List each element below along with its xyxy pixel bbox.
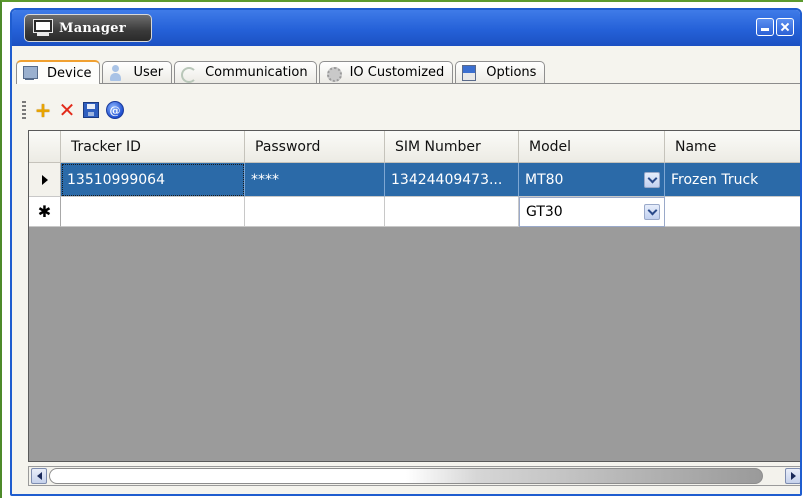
arrow-right-icon bbox=[790, 472, 796, 480]
save-button[interactable] bbox=[80, 99, 102, 121]
cell-tracker-id[interactable]: 13510999064 bbox=[61, 163, 245, 197]
tab-options[interactable]: Options bbox=[455, 61, 546, 83]
scroll-left-button[interactable] bbox=[31, 468, 47, 484]
arrow-left-icon bbox=[36, 472, 42, 480]
tab-label: Communication bbox=[205, 65, 308, 80]
title-bar[interactable]: Manager bbox=[12, 10, 800, 46]
chevron-down-icon bbox=[647, 205, 657, 216]
table-row[interactable]: 13510999064 **** 13424409473... MT80 Fro… bbox=[29, 163, 800, 197]
info-icon: @ bbox=[106, 101, 124, 119]
cell-password[interactable] bbox=[245, 197, 385, 227]
model-combo[interactable]: MT80 bbox=[525, 167, 664, 193]
scroll-right-button[interactable] bbox=[785, 468, 800, 484]
row-header-current[interactable] bbox=[29, 163, 61, 197]
tab-label: User bbox=[133, 65, 164, 80]
tab-io-customized[interactable]: IO Customized bbox=[318, 61, 454, 83]
header-corner[interactable] bbox=[29, 131, 61, 163]
row-header-new[interactable]: ✱ bbox=[29, 197, 61, 227]
header-name[interactable]: Name bbox=[665, 131, 800, 163]
toolbar: + ✕ @ bbox=[22, 98, 128, 122]
minimize-icon[interactable] bbox=[756, 18, 774, 36]
scroll-thumb[interactable] bbox=[49, 468, 763, 484]
model-dropdown-button[interactable] bbox=[644, 204, 660, 220]
new-row-icon: ✱ bbox=[37, 202, 52, 221]
tab-user[interactable]: User bbox=[102, 61, 173, 83]
horizontal-scrollbar[interactable] bbox=[28, 466, 800, 486]
monitor-icon bbox=[33, 19, 53, 36]
cell-model[interactable]: MT80 bbox=[519, 163, 665, 197]
header-sim-number[interactable]: SIM Number bbox=[385, 131, 519, 163]
cell-model[interactable]: GT30 bbox=[519, 197, 665, 227]
info-button[interactable]: @ bbox=[104, 99, 126, 121]
model-value: GT30 bbox=[526, 204, 563, 220]
add-icon: + bbox=[34, 98, 52, 122]
cell-sim-number[interactable] bbox=[385, 197, 519, 227]
device-icon bbox=[21, 65, 39, 81]
options-icon bbox=[460, 64, 478, 81]
tab-label: Device bbox=[47, 65, 92, 81]
tab-strip: Device User Communication IO Customized … bbox=[16, 60, 800, 84]
tab-device[interactable]: Device bbox=[16, 60, 101, 84]
table-row-new[interactable]: ✱ GT30 bbox=[29, 197, 800, 227]
header-tracker-id[interactable]: Tracker ID bbox=[61, 131, 245, 163]
gear-icon bbox=[324, 65, 342, 82]
close-icon[interactable] bbox=[776, 18, 794, 36]
outer-frame: Manager Device User Communication IO Cus… bbox=[0, 0, 803, 498]
tab-label: IO Customized bbox=[349, 65, 445, 80]
communication-icon bbox=[179, 65, 198, 83]
tab-communication[interactable]: Communication bbox=[174, 61, 317, 83]
header-password[interactable]: Password bbox=[245, 131, 385, 163]
chevron-down-icon bbox=[647, 173, 657, 183]
delete-button[interactable]: ✕ bbox=[56, 99, 78, 121]
cell-tracker-id[interactable] bbox=[61, 197, 245, 227]
save-icon bbox=[83, 102, 99, 118]
manager-window: Manager Device User Communication IO Cus… bbox=[10, 8, 802, 496]
device-grid: Tracker ID Password SIM Number Model Nam… bbox=[28, 130, 800, 462]
header-model[interactable]: Model bbox=[519, 131, 665, 163]
cell-password[interactable]: **** bbox=[245, 163, 385, 197]
header-row: Tracker ID Password SIM Number Model Nam… bbox=[29, 131, 800, 163]
title-tab: Manager bbox=[24, 14, 152, 42]
model-dropdown-button[interactable] bbox=[644, 171, 660, 188]
model-combo[interactable]: GT30 bbox=[526, 199, 664, 225]
window-title: Manager bbox=[59, 20, 126, 36]
user-icon bbox=[107, 64, 125, 81]
add-button[interactable]: + bbox=[32, 99, 54, 121]
cell-name[interactable] bbox=[665, 197, 800, 227]
scroll-track[interactable] bbox=[49, 468, 783, 484]
toolbar-grip[interactable] bbox=[22, 101, 26, 119]
window-controls bbox=[756, 18, 794, 36]
cell-sim-number[interactable]: 13424409473... bbox=[385, 163, 519, 197]
tab-label: Options bbox=[486, 65, 537, 80]
current-row-arrow-icon bbox=[41, 174, 48, 185]
cell-name[interactable]: Frozen Truck bbox=[665, 163, 800, 197]
model-value: MT80 bbox=[525, 171, 564, 188]
delete-icon: ✕ bbox=[58, 98, 76, 122]
